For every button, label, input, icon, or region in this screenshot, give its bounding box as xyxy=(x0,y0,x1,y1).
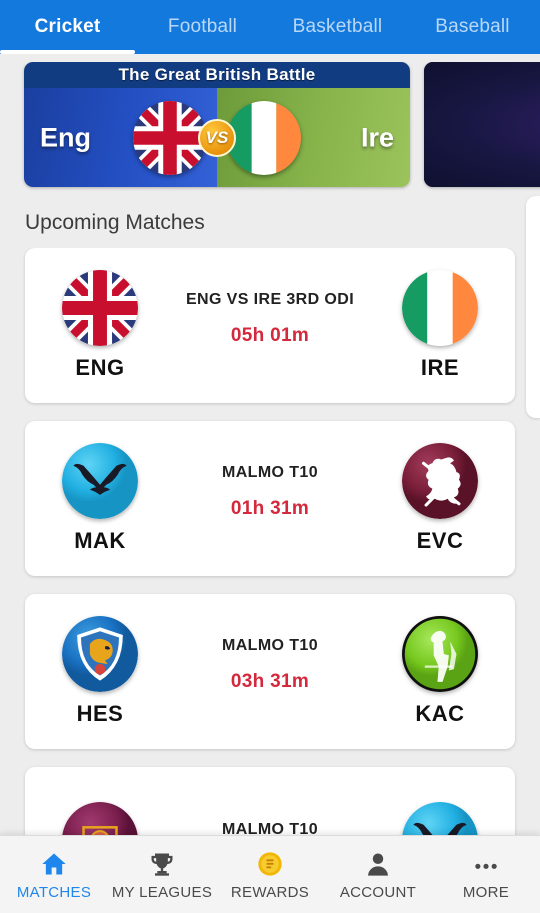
promo-banner-carousel[interactable]: The Great British Battle Eng Ire VS xyxy=(0,62,540,202)
batsman-icon xyxy=(402,616,478,692)
match-title: ENG VS IRE 3RD ODI xyxy=(185,290,355,308)
away-team xyxy=(365,802,515,838)
banner-track: The Great British Battle Eng Ire VS xyxy=(0,62,540,187)
tab-football-label: Football xyxy=(167,16,238,37)
banner-body: Eng Ire VS xyxy=(24,88,410,187)
bottom-navigation-bar: MATCHES MY LEAGUES REWARDS ACCOUNT MORE xyxy=(0,835,540,913)
tab-basketball-label: Basketball xyxy=(292,16,383,37)
uk-flag-icon xyxy=(62,270,138,346)
tab-basketball[interactable]: Basketball xyxy=(270,0,405,54)
away-team: EVC xyxy=(365,443,515,554)
home-icon xyxy=(39,848,69,878)
match-title: MALMO T10 xyxy=(221,636,319,654)
banner-half-right: Ire xyxy=(217,88,410,187)
home-team-code: HES xyxy=(76,701,124,726)
upcoming-matches-heading: Upcoming Matches xyxy=(25,211,205,234)
home-team-code: MAK xyxy=(74,528,126,553)
away-team-code: EVC xyxy=(416,528,464,553)
nav-label-matches: MATCHES xyxy=(16,884,92,901)
banner-right-team-label: Ire xyxy=(360,122,394,152)
ellipsis-icon xyxy=(471,848,501,878)
basket-crest-icon xyxy=(62,802,138,838)
trophy-icon xyxy=(147,848,177,878)
app-root: Cricket Football Basketball Baseball The… xyxy=(0,0,540,913)
banner-great-british-battle[interactable]: The Great British Battle Eng Ire VS xyxy=(24,62,410,187)
match-countdown: 01h 31m xyxy=(230,497,310,519)
match-card[interactable]: ENG ENG VS IRE 3RD ODI 05h 01m IRE xyxy=(25,248,515,403)
nav-label-account: ACCOUNT xyxy=(339,884,417,901)
griffin-icon xyxy=(402,443,478,519)
tab-baseball-label: Baseball xyxy=(435,16,510,37)
match-countdown: 05h 01m xyxy=(230,324,310,346)
eagle-shield-icon xyxy=(62,616,138,692)
match-card[interactable]: MALMO T10 xyxy=(25,767,515,838)
promo-inner: JOIN RUMM 50 INSTAN USE CODE xyxy=(424,62,540,187)
banner-title: The Great British Battle xyxy=(24,62,410,88)
eagle-wings-icon xyxy=(62,443,138,519)
person-icon xyxy=(363,848,393,878)
tab-cricket[interactable]: Cricket xyxy=(0,0,135,54)
nav-item-my-leagues[interactable]: MY LEAGUES xyxy=(108,836,216,913)
match-card[interactable]: HES MALMO T10 03h 31m KAC xyxy=(25,594,515,749)
match-countdown: 03h 31m xyxy=(230,670,310,692)
match-info: MALMO T10 03h 31m xyxy=(175,637,365,707)
eagle-wings-icon xyxy=(402,802,478,838)
nav-label-more: MORE xyxy=(462,884,510,901)
match-info: ENG VS IRE 3RD ODI 05h 01m xyxy=(175,291,365,361)
nav-item-account[interactable]: ACCOUNT xyxy=(324,836,432,913)
uk-flag-icon xyxy=(133,100,207,175)
upcoming-matches-list[interactable]: ENG ENG VS IRE 3RD ODI 05h 01m IRE MAK M… xyxy=(0,248,540,838)
banner-join-offer[interactable]: JOIN RUMM 50 INSTAN USE CODE xyxy=(424,62,540,187)
away-team: KAC xyxy=(365,616,515,727)
next-page-card-edge[interactable] xyxy=(526,196,540,418)
home-team xyxy=(25,802,175,838)
nav-item-matches[interactable]: MATCHES xyxy=(0,836,108,913)
banner-half-left: Eng xyxy=(24,88,217,187)
home-team: ENG xyxy=(25,270,175,381)
match-card[interactable]: MAK MALMO T10 01h 31m EVC xyxy=(25,421,515,576)
ireland-flag-icon xyxy=(227,100,301,175)
tab-football[interactable]: Football xyxy=(135,0,270,54)
sport-tab-bar: Cricket Football Basketball Baseball xyxy=(0,0,540,54)
nav-item-rewards[interactable]: REWARDS xyxy=(216,836,324,913)
vs-badge-icon: VS xyxy=(198,118,236,157)
nav-label-my-leagues: MY LEAGUES xyxy=(111,884,213,901)
match-info: MALMO T10 01h 31m xyxy=(175,464,365,534)
away-team-code: IRE xyxy=(420,355,460,380)
match-title: MALMO T10 xyxy=(221,463,319,481)
active-tab-indicator xyxy=(0,50,135,54)
ireland-flag-icon xyxy=(402,270,478,346)
nav-label-rewards: REWARDS xyxy=(230,884,310,901)
coin-icon xyxy=(255,848,285,878)
home-team-code: ENG xyxy=(75,355,125,380)
away-team-code: KAC xyxy=(415,701,465,726)
away-team: IRE xyxy=(365,270,515,381)
home-team: MAK xyxy=(25,443,175,554)
tab-baseball[interactable]: Baseball xyxy=(405,0,540,54)
home-team: HES xyxy=(25,616,175,727)
nav-item-more[interactable]: MORE xyxy=(432,836,540,913)
tab-cricket-label: Cricket xyxy=(34,16,101,37)
banner-left-team-label: Eng xyxy=(40,122,91,152)
